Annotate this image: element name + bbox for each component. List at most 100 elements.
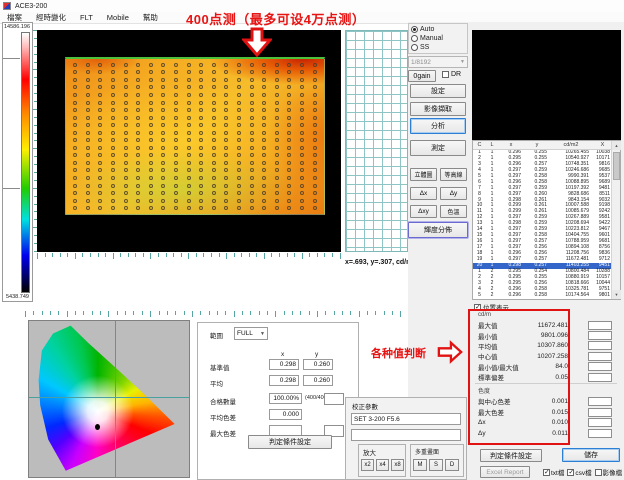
- scroll-up-icon[interactable]: ▲: [612, 141, 621, 150]
- mode-radio-manual[interactable]: Manual: [411, 35, 465, 42]
- measurement-point: [86, 108, 90, 112]
- menu-item-經時變化[interactable]: 經時變化: [29, 12, 73, 23]
- measurement-point: [313, 70, 317, 74]
- measurement-point: [237, 78, 241, 82]
- measurement-point: [73, 138, 77, 142]
- column-header-L[interactable]: L: [486, 142, 498, 148]
- stat-row: 最小值/最大值84.0: [472, 362, 621, 372]
- calibration-value-field[interactable]: SET 3-200 F5.6: [351, 413, 461, 425]
- delta-xy-button[interactable]: Δxy: [410, 205, 437, 218]
- column-header-cd/m2[interactable]: cd/m2: [550, 142, 592, 148]
- measurement-point: [224, 153, 228, 157]
- analyze-button[interactable]: 分析: [410, 118, 466, 134]
- checkbox-影像檔[interactable]: 影像檔: [595, 467, 623, 477]
- measurement-point: [124, 116, 128, 120]
- average-y-field[interactable]: 0.260: [303, 375, 333, 386]
- scroll-down-icon[interactable]: ▼: [612, 290, 621, 299]
- menu-item-Mobile[interactable]: Mobile: [100, 13, 136, 22]
- tick: [83, 311, 84, 315]
- shutter-select[interactable]: 1/8192 ▼: [408, 56, 468, 68]
- menu-item-FLT[interactable]: FLT: [73, 13, 100, 22]
- multi-screen-m-button[interactable]: M: [413, 459, 427, 471]
- judge-condition-button-2[interactable]: 判定條件設定: [480, 449, 542, 462]
- measurement-point: [98, 63, 102, 67]
- column-header-x[interactable]: x: [498, 142, 524, 148]
- measurement-point: [212, 63, 216, 67]
- measurement-point: [287, 184, 291, 188]
- tick: [340, 253, 341, 259]
- color-temp-button[interactable]: 色溫: [440, 205, 467, 218]
- measurement-point: [275, 116, 279, 120]
- multi-screen-d-button[interactable]: D: [445, 459, 459, 471]
- measurement-point: [149, 108, 153, 112]
- judge-box: [588, 397, 612, 406]
- zoom-x2-button[interactable]: x2: [361, 459, 374, 471]
- position-display-checkbox[interactable]: 位置表示: [474, 302, 509, 312]
- range-select[interactable]: FULL ▼: [234, 327, 268, 340]
- cie-chromaticity-panel[interactable]: [28, 320, 190, 478]
- measurement-point: [224, 184, 228, 188]
- measurement-point: [149, 93, 153, 97]
- measurement-point: [275, 138, 279, 142]
- save-button[interactable]: 儲存: [562, 448, 620, 462]
- measurement-point: [287, 191, 291, 195]
- settings-button[interactable]: 設定: [410, 84, 466, 98]
- measurement-point: [262, 138, 266, 142]
- column-header-X[interactable]: X: [592, 142, 613, 148]
- excel-report-button[interactable]: Excel Report: [480, 466, 530, 478]
- measure-button[interactable]: 測定: [410, 140, 466, 156]
- image-capture-button[interactable]: 影像擷取: [410, 102, 466, 116]
- tick: [300, 311, 301, 315]
- dr-checkbox[interactable]: DR: [442, 71, 461, 78]
- column-header-y[interactable]: y: [524, 142, 550, 148]
- measurement-point: [300, 93, 304, 97]
- column-header-C[interactable]: C: [473, 142, 486, 148]
- checkbox-label: txt檔: [551, 467, 564, 477]
- measurement-point: [73, 184, 77, 188]
- delta-y-button[interactable]: Δy: [440, 187, 467, 200]
- zero-gain-button[interactable]: 0gain: [408, 70, 436, 82]
- measurement-point: [199, 161, 203, 165]
- measurement-point: [174, 108, 178, 112]
- measurement-point: [287, 78, 291, 82]
- table-scrollbar[interactable]: ▲ ▼: [611, 141, 620, 299]
- multi-screen-s-button[interactable]: S: [429, 459, 443, 471]
- measurement-point: [300, 131, 304, 135]
- measurement-point: [124, 191, 128, 195]
- reference-y-field[interactable]: 0.260: [303, 359, 333, 370]
- stat-row: 最小值9801.096: [472, 330, 621, 340]
- table-row[interactable]: 520.2960.25810174.5649801: [473, 293, 612, 299]
- measurement-point: [212, 138, 216, 142]
- measurement-point: [237, 108, 241, 112]
- measurement-point: [174, 116, 178, 120]
- measurement-point: [98, 184, 102, 188]
- zoom-x4-button[interactable]: x4: [376, 459, 389, 471]
- checkbox-csv檔[interactable]: csv檔: [567, 467, 591, 477]
- delta-x-button[interactable]: Δx: [410, 187, 437, 200]
- calibration-extra-field[interactable]: [351, 429, 461, 441]
- stat-row: 平均值10307.860: [472, 341, 621, 351]
- judge-condition-button[interactable]: 判定條件設定: [248, 435, 332, 449]
- measurement-point: [262, 153, 266, 157]
- mode-radio-auto[interactable]: Auto: [411, 26, 465, 33]
- measurement-point: [111, 138, 115, 142]
- judge-box: [588, 362, 612, 371]
- reference-x-field[interactable]: 0.298: [269, 359, 299, 370]
- measurement-point: [111, 146, 115, 150]
- mode-radio-ss[interactable]: SS: [411, 44, 465, 51]
- measurement-point: [224, 78, 228, 82]
- scrollbar-thumb[interactable]: [613, 152, 620, 180]
- measurement-point: [300, 161, 304, 165]
- luminance-distribution-button[interactable]: 輝度分佈: [408, 222, 468, 238]
- measurement-point: [86, 191, 90, 195]
- measurement-image-area[interactable]: [37, 30, 341, 252]
- luminance-heatmap[interactable]: [65, 57, 325, 215]
- average-x-field[interactable]: 0.298: [269, 375, 299, 386]
- zoom-x8-button[interactable]: x8: [391, 459, 404, 471]
- measurement-point: [237, 116, 241, 120]
- menu-item-幫助[interactable]: 幫助: [136, 12, 165, 23]
- 3d-view-button[interactable]: 立體圖: [410, 168, 437, 181]
- contour-button[interactable]: 等高線: [440, 168, 467, 181]
- checkbox-txt檔[interactable]: txt檔: [543, 467, 564, 477]
- table-cell: 0.258: [524, 293, 550, 299]
